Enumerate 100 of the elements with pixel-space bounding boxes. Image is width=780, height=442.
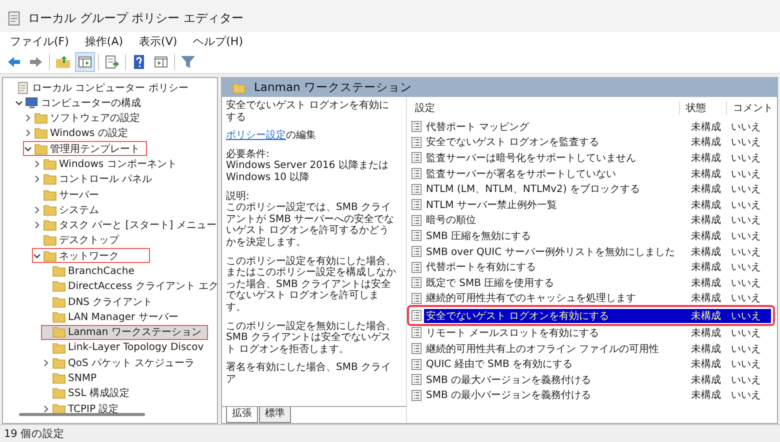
comment-cell-text: いいえ [731, 342, 762, 356]
tree-item[interactable]: DNS クライアント [41, 294, 160, 310]
folder-icon [43, 158, 57, 170]
tree-item[interactable]: LAN Manager サーバー [41, 309, 186, 324]
tree-item[interactable]: Windows の設定 [23, 126, 135, 141]
policy-setting-icon [411, 199, 422, 210]
tree-item[interactable]: SSL 構成設定 [41, 386, 136, 401]
comment-cell-text: いいえ [731, 214, 762, 228]
comment-cell-text: いいえ [731, 152, 762, 165]
tree-item[interactable]: コンピューターの構成 [14, 95, 148, 110]
chevron-down-icon[interactable] [33, 252, 41, 260]
tree-item[interactable]: BranchCache [41, 264, 142, 279]
setting-name: SMB over QUIC サーバー例外リストを無効にしました [425, 246, 676, 259]
setting-row[interactable]: 暗号の順位 未構成 いいえ [424, 213, 771, 228]
chevron-right-icon[interactable] [42, 358, 50, 367]
setting-row[interactable]: 継続的可用性共有上のオフライン ファイルの可用性 未構成 いいえ [424, 342, 771, 356]
setting-row[interactable]: SMB の最大バージョンを義務付ける 未構成 いいえ [424, 372, 771, 387]
view-tab[interactable]: 標準 [259, 407, 291, 423]
tree-item[interactable]: デスクトップ [32, 232, 126, 248]
scrollbar-thumb[interactable] [19, 413, 145, 416]
tree-item[interactable]: サーバー [32, 187, 106, 202]
folder-icon [52, 402, 66, 415]
policy-setting-icon [411, 230, 422, 242]
setting-row[interactable]: 安全でないゲスト ログオンを監査する 未構成 いいえ [424, 135, 771, 150]
setting-row[interactable]: SMB の最小バージョンを義務付ける 未構成 いいえ [424, 388, 771, 402]
tree-item[interactable]: QoS パケット スケジューラ [41, 355, 202, 370]
policy-setting-icon [411, 246, 422, 258]
setting-row[interactable]: NTLM サーバー禁止例外一覧 未構成 いいえ [424, 198, 771, 212]
tree-item[interactable]: ネットワーク [32, 248, 150, 264]
view-tab[interactable]: 拡張 [226, 407, 258, 423]
column-header[interactable]: 状態 [679, 101, 726, 115]
tree-item[interactable]: 管理用テンプレート [23, 141, 147, 156]
app-icon [8, 10, 21, 26]
menu-item[interactable]: ファイル(F) [10, 34, 69, 49]
setting-name: SMB の最大バージョンを義務付ける [425, 374, 592, 387]
folder-icon [43, 219, 57, 232]
chevron-down-icon[interactable] [15, 98, 23, 107]
setting-row[interactable]: 監査サーバーが署名をサポートしていない 未構成 いいえ [424, 166, 771, 181]
policy-setting-icon [411, 358, 422, 370]
chevron-down-icon[interactable] [24, 144, 32, 153]
tree-item[interactable]: ローカル コンピューター ポリシー [5, 80, 196, 95]
chevron-right-icon[interactable] [33, 206, 41, 214]
state-cell-text: 未構成 [691, 182, 722, 196]
state-cell-text: 未構成 [691, 246, 722, 259]
window-title: ローカル グループ ポリシー エディター [28, 10, 244, 26]
setting-row[interactable]: 代替ポートを有効にする 未構成 いいえ [424, 260, 771, 274]
menu-item[interactable]: ヘルプ(H) [193, 34, 243, 49]
chevron-right-icon[interactable] [33, 160, 41, 168]
folder-icon [52, 265, 66, 278]
policy-settings-link[interactable]: ポリシー設定 [226, 130, 286, 142]
setting-name: QUIC 経由で SMB を有効にする [425, 358, 574, 372]
comment-cell-text: いいえ [731, 168, 762, 181]
folder-icon [52, 296, 66, 308]
state-cell-text: 未構成 [691, 374, 722, 387]
setting-row[interactable]: 継続的可用性共有でのキャッシュを処理します 未構成 いいえ [424, 291, 771, 306]
setting-row[interactable]: SMB over QUIC サーバー例外リストを無効にしました 未構成 いいえ [424, 244, 771, 259]
column-header[interactable]: コメント [726, 101, 773, 115]
setting-row[interactable]: 監査サーバーは暗号化をサポートしていません 未構成 いいえ [424, 150, 771, 165]
setting-row[interactable]: リモート メールスロットを有効にする 未構成 いいえ [424, 326, 771, 340]
menu-item[interactable]: 操作(A) [84, 34, 124, 49]
folder-up-icon[interactable] [54, 53, 72, 71]
tree-item[interactable]: Link-Layer Topology Discov [41, 340, 211, 356]
chevron-right-icon[interactable] [24, 129, 32, 138]
state-cell-text: 未構成 [691, 342, 722, 356]
tree-item[interactable]: Windows コンポーネント [32, 156, 184, 172]
filter-icon[interactable] [179, 53, 197, 71]
export-list-icon[interactable] [103, 53, 121, 71]
chevron-right-icon[interactable] [42, 404, 50, 413]
comment-cell-text: いいえ [731, 183, 762, 196]
setting-row[interactable]: 安全でないゲスト ログオンを有効にする 未構成 いいえ [424, 308, 771, 323]
panel-title: Lanman ワークステーション [254, 80, 412, 95]
panel-icon[interactable] [76, 53, 94, 71]
tree-item[interactable]: DirectAccess クライアント エク [41, 278, 217, 294]
comment-cell-text: いいえ [731, 358, 762, 372]
tree-item[interactable]: コントロール パネル [32, 172, 160, 187]
folder-icon [52, 356, 66, 369]
setting-row[interactable]: 既定で SMB 圧縮を使用する 未構成 いいえ [424, 276, 771, 290]
tree-item[interactable]: システム [32, 202, 106, 218]
menu-item[interactable]: 表示(V) [139, 34, 178, 49]
setting-row[interactable]: NTLM (LM、NTLM、NTLMv2) をブロックする 未構成 いいえ [424, 182, 771, 196]
chevron-right-icon[interactable] [24, 114, 32, 122]
setting-row[interactable]: QUIC 経由で SMB を有効にする 未構成 いいえ [424, 357, 771, 372]
tree-item[interactable]: SNMP [41, 370, 104, 386]
state-cell-text: 未構成 [691, 136, 722, 150]
comment-cell-text: いいえ [731, 261, 762, 274]
tree-item[interactable]: ソフトウェアの設定 [23, 110, 147, 126]
setting-name: 安全でないゲスト ログオンを監査する [425, 136, 600, 150]
state-cell-text: 未構成 [691, 214, 722, 228]
chevron-right-icon[interactable] [33, 221, 41, 230]
setting-name: 監査サーバーが署名をサポートしていない [425, 168, 617, 181]
setting-row[interactable]: SMB 圧縮を無効にする 未構成 いいえ [424, 228, 771, 243]
policy-setting-icon [411, 310, 422, 322]
policy-setting-icon [411, 136, 422, 148]
tree-item[interactable]: Lanman ワークステーション [41, 324, 208, 340]
tree-item[interactable]: タスク バーと [スタート] メニュー [32, 218, 217, 233]
state-cell-text: 未構成 [691, 230, 722, 243]
folder-icon [34, 127, 48, 140]
chevron-right-icon[interactable] [33, 175, 41, 184]
column-header[interactable]: 設定 [409, 101, 679, 115]
setting-row[interactable]: 代替ポート マッピング 未構成 いいえ [424, 120, 771, 134]
